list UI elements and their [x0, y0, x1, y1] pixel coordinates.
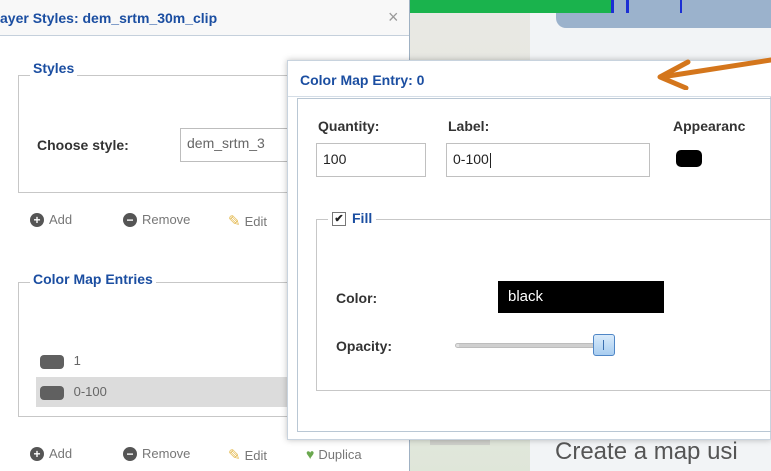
edit-label: Edit — [244, 213, 267, 229]
blue-divider — [680, 0, 682, 13]
add-label: Add — [49, 446, 73, 461]
entry-label: 1 — [73, 353, 81, 368]
remove-label: Remove — [142, 212, 191, 227]
add-style-button[interactable]: + Add — [30, 212, 72, 227]
appearance-label: Appearanc — [673, 118, 746, 134]
duplicate-entry-button[interactable]: ♥ Duplica — [306, 446, 362, 462]
entry-label: 0-100 — [73, 384, 107, 399]
annotation-arrow-icon — [657, 57, 771, 90]
fill-legend[interactable]: ✔ Fill — [328, 210, 377, 227]
label-field[interactable]: 0-100 — [446, 143, 650, 177]
panel-title: ayer Styles: dem_srtm_30m_clip — [0, 10, 218, 26]
fill-checkbox[interactable]: ✔ — [332, 212, 346, 227]
color-field[interactable]: black — [498, 281, 664, 313]
opacity-slider-grip — [603, 340, 604, 350]
edit-entry-button[interactable]: ✎ Edit — [228, 446, 267, 464]
minus-icon: − — [123, 212, 137, 227]
appearance-swatch[interactable] — [676, 150, 702, 167]
entry-swatch — [40, 354, 64, 369]
opacity-slider-fill — [459, 344, 597, 347]
color-label: Color: — [336, 290, 378, 306]
text-caret — [489, 152, 491, 168]
styles-legend: Styles — [30, 60, 78, 76]
color-map-legend: Color Map Entries — [30, 271, 156, 287]
pencil-icon: ✎ — [228, 213, 241, 230]
quantity-label: Quantity: — [318, 118, 380, 134]
choose-style-label: Choose style: — [37, 137, 129, 153]
pencil-icon: ✎ — [228, 447, 241, 464]
remove-entry-button[interactable]: − Remove — [123, 446, 190, 461]
label-label: Label: — [448, 118, 490, 134]
edit-style-button[interactable]: ✎ Edit — [228, 212, 267, 230]
entry-swatch — [40, 385, 64, 400]
minus-icon: − — [123, 446, 137, 461]
duplicate-icon: ♥ — [306, 446, 315, 462]
plus-icon: + — [30, 446, 44, 461]
add-entry-button[interactable]: + Add — [30, 446, 72, 461]
quantity-value: 100 — [323, 151, 347, 167]
plus-icon: + — [30, 212, 44, 227]
panel-header: ayer Styles: dem_srtm_30m_clip × — [0, 0, 409, 36]
add-label: Add — [49, 212, 73, 227]
create-map-text: Create a map usi — [555, 438, 738, 465]
label-value: 0-100 — [453, 151, 489, 167]
close-icon[interactable]: × — [388, 7, 399, 28]
blue-divider — [626, 0, 629, 13]
fill-legend-label: Fill — [352, 210, 373, 226]
duplicate-label: Duplica — [318, 446, 362, 462]
opacity-label: Opacity: — [336, 338, 393, 354]
quantity-field[interactable]: 100 — [316, 143, 426, 177]
remove-style-button[interactable]: − Remove — [123, 212, 190, 227]
dialog-title: Color Map Entry: 0 — [300, 72, 425, 88]
edit-label: Edit — [244, 447, 267, 463]
opacity-slider-thumb[interactable] — [593, 334, 615, 356]
color-value: black — [508, 288, 544, 305]
remove-label: Remove — [142, 446, 191, 461]
map-road — [430, 440, 490, 445]
